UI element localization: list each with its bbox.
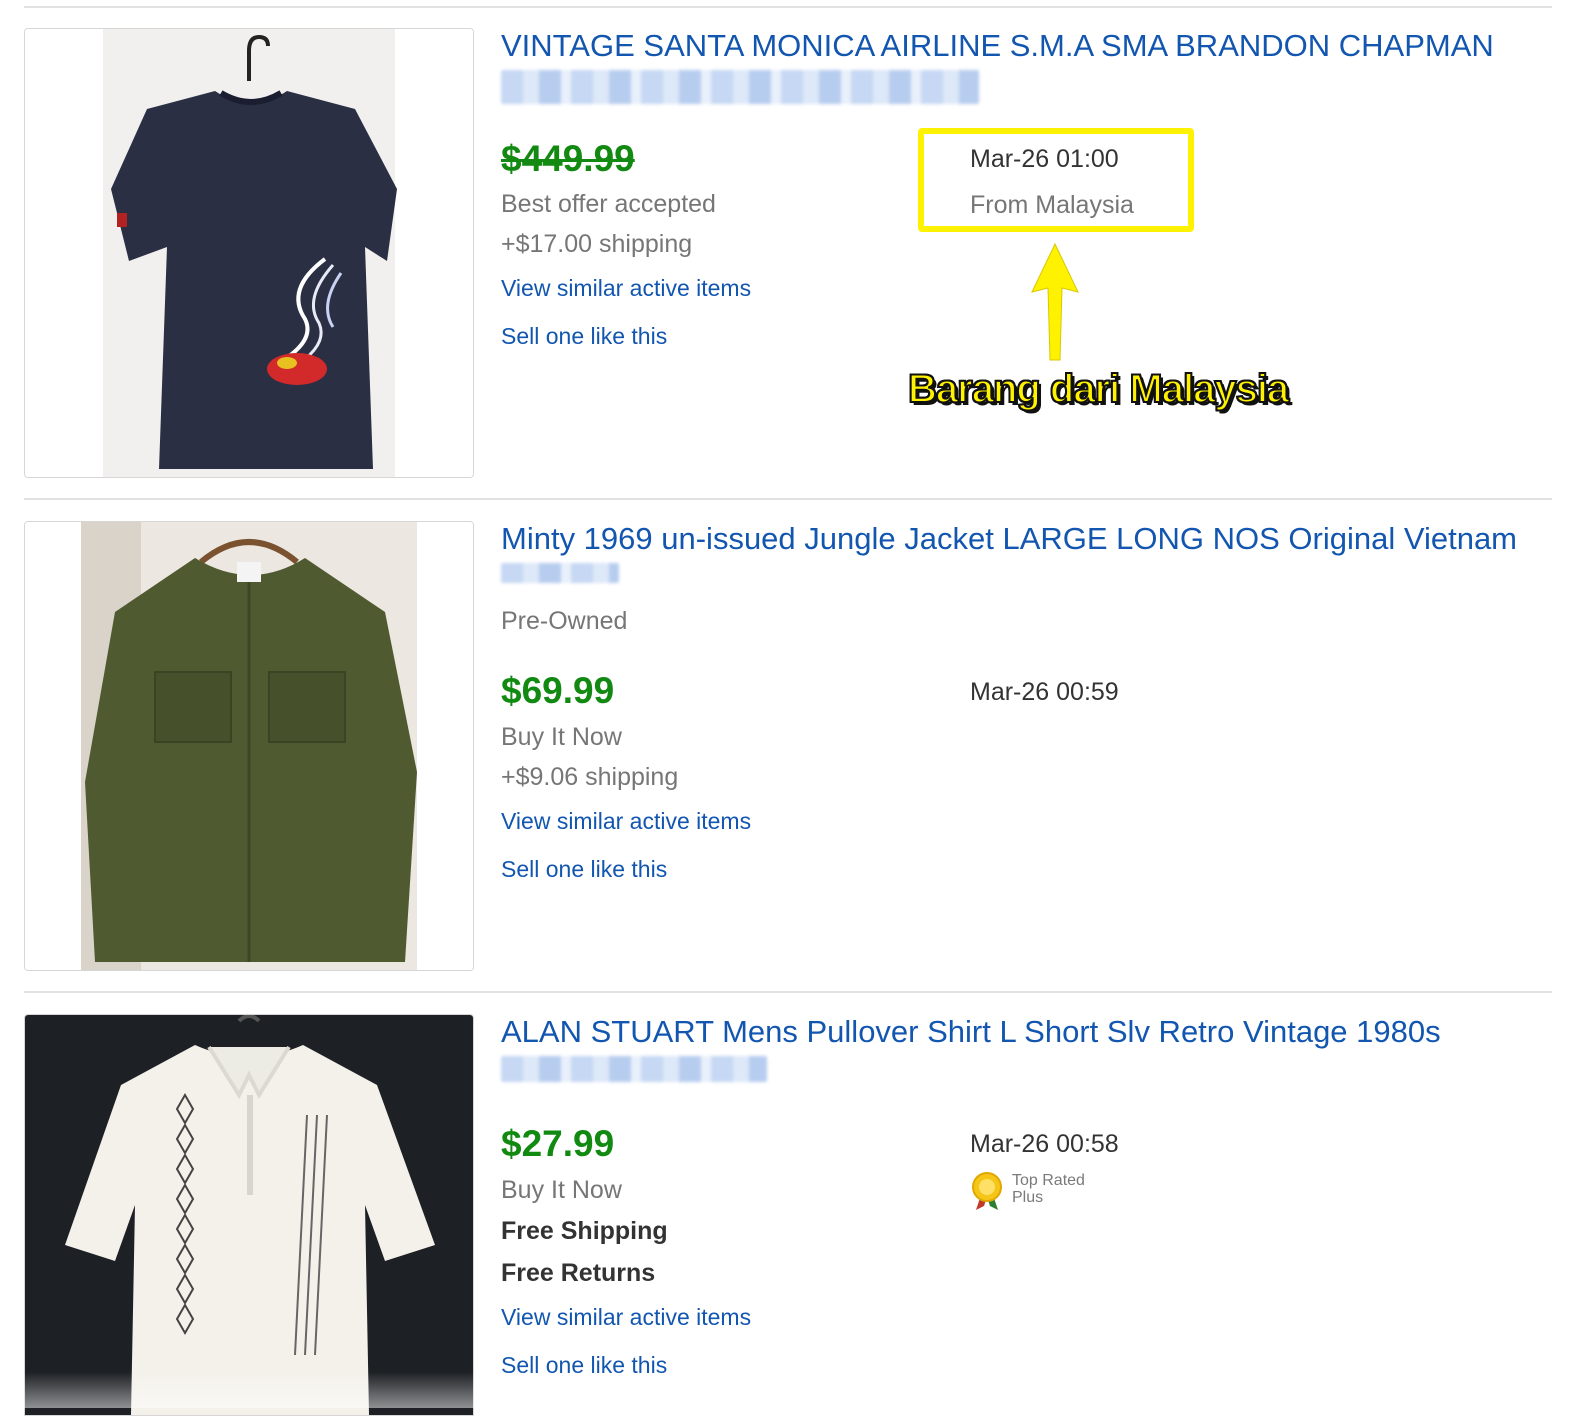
shipping-cost: +$17.00 shipping	[501, 230, 693, 258]
listing-item: ALAN STUART Mens Pullover Shirt L Short …	[0, 1012, 1578, 1416]
listing-price: $27.99	[501, 1123, 615, 1164]
view-similar-link[interactable]: View similar active items	[501, 275, 751, 302]
separator	[24, 991, 1552, 993]
listing-thumbnail[interactable]	[24, 1014, 474, 1416]
view-similar-link[interactable]: View similar active items	[501, 1304, 751, 1331]
medal-icon	[972, 1172, 1002, 1210]
listing-title: Minty 1969 un-issued Jungle Jacket LARGE…	[501, 521, 1518, 556]
highlight-box	[918, 128, 1194, 232]
bottom-fade	[0, 1372, 1578, 1408]
listing-thumbnail[interactable]	[24, 521, 474, 971]
listing-price: $449.99	[501, 138, 635, 179]
shipping-cost: +$9.06 shipping	[501, 763, 679, 791]
free-returns: Free Returns	[501, 1259, 656, 1287]
listing-title: VINTAGE SANTA MONICA AIRLINE S.M.A SMA B…	[501, 28, 1494, 63]
sell-one-link[interactable]: Sell one like this	[501, 856, 667, 883]
separator	[24, 498, 1552, 500]
annotation-label: Barang dari Malaysia	[907, 366, 1290, 412]
listing-title-link[interactable]: Minty 1969 un-issued Jungle Jacket LARGE…	[501, 519, 1551, 583]
free-shipping: Free Shipping	[501, 1217, 668, 1245]
redacted-title-text	[501, 70, 979, 104]
listing-title-link[interactable]: ALAN STUART Mens Pullover Shirt L Short …	[501, 1012, 1551, 1082]
olive-jacket-image	[25, 522, 473, 970]
listing-thumbnail[interactable]	[24, 28, 474, 478]
purchase-type: Best offer accepted	[501, 190, 716, 218]
listing-item: VINTAGE SANTA MONICA AIRLINE S.M.A SMA B…	[0, 28, 1578, 488]
listing-price: $69.99	[501, 670, 615, 711]
arrow-up-icon	[1031, 242, 1079, 361]
badge-line-1: Top Rated	[1012, 1172, 1085, 1189]
listing-date: Mar-26 00:59	[970, 678, 1119, 706]
navy-tshirt-image	[25, 29, 473, 477]
listing-title-link[interactable]: VINTAGE SANTA MONICA AIRLINE S.M.A SMA B…	[501, 26, 1551, 104]
badge-text: Top Rated Plus	[1012, 1172, 1085, 1206]
redacted-title-text	[501, 563, 619, 583]
view-similar-link[interactable]: View similar active items	[501, 808, 751, 835]
item-condition: Pre-Owned	[501, 607, 628, 635]
sell-one-link[interactable]: Sell one like this	[501, 323, 667, 350]
listing-date: Mar-26 00:58	[970, 1130, 1119, 1158]
separator	[24, 6, 1552, 8]
listing-title: ALAN STUART Mens Pullover Shirt L Short …	[501, 1014, 1441, 1049]
redacted-title-text	[501, 1056, 767, 1082]
badge-line-2: Plus	[1012, 1189, 1044, 1206]
purchase-type: Buy It Now	[501, 1176, 622, 1204]
listing-item: Minty 1969 un-issued Jungle Jacket LARGE…	[0, 521, 1578, 981]
purchase-type: Buy It Now	[501, 723, 622, 751]
top-rated-plus-badge: Top Rated Plus	[968, 1170, 1108, 1212]
white-polo-image	[25, 1015, 473, 1415]
